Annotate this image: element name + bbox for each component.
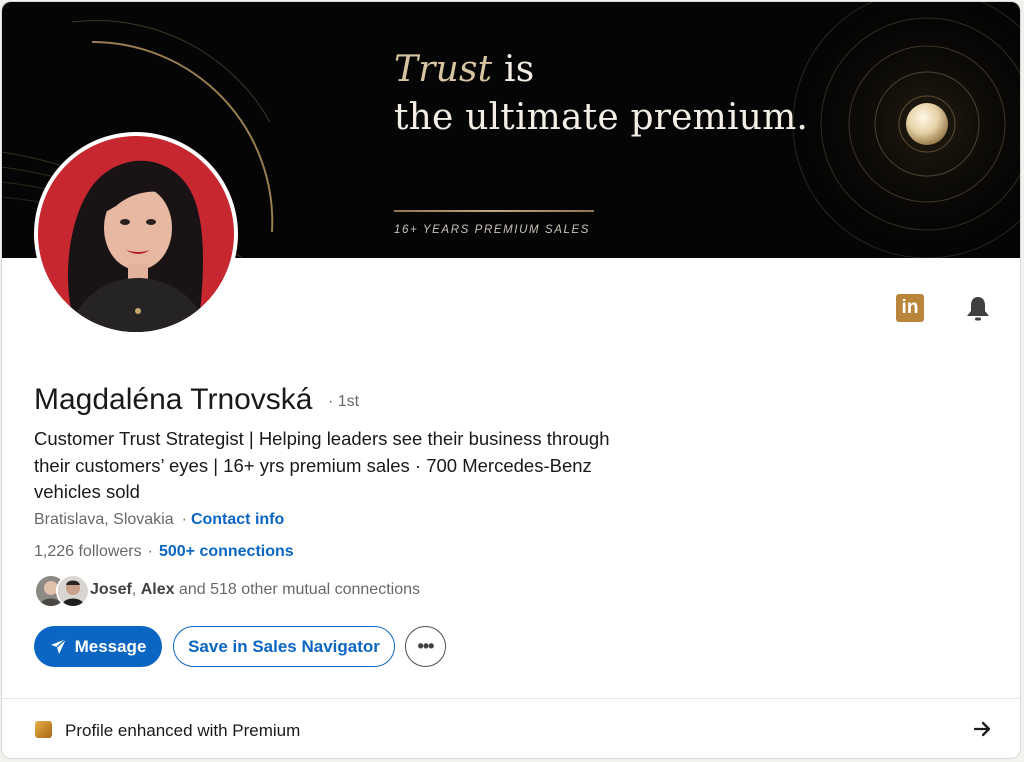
mutual-avatar <box>56 574 90 608</box>
separator: · <box>147 543 153 560</box>
avatar-photo <box>38 136 234 332</box>
send-icon <box>50 638 66 654</box>
bell-icon[interactable] <box>962 293 994 325</box>
contact-info-link[interactable]: Contact info <box>191 511 284 528</box>
location-row: Bratislava, Slovakia · Contact info <box>34 511 284 529</box>
mutual-rest: and 518 other mutual connections <box>174 581 420 598</box>
tagline-accent: Trust <box>394 49 493 90</box>
profile-headline: Customer Trust Strategist | Helping lead… <box>34 428 610 502</box>
premium-icon <box>35 721 52 738</box>
separator: · <box>181 511 187 528</box>
connections-link[interactable]: 500+ connections <box>159 543 294 560</box>
arrow-right-icon <box>973 721 991 737</box>
banner-rule <box>394 210 594 212</box>
mutual-name: Alex <box>140 581 175 598</box>
tagline-line2: the ultimate premium. <box>394 97 809 138</box>
linkedin-icon[interactable]: in <box>896 294 924 322</box>
banner-tagline: Trust is the ultimate premium. <box>394 46 808 142</box>
follow-row: 1,226 followers · 500+ connections <box>34 543 294 561</box>
profile-name: Magdaléna Trnovská <box>34 383 313 416</box>
mutual-avatars <box>34 574 90 608</box>
more-actions-button[interactable]: ••• <box>405 626 446 667</box>
save-sales-navigator-button[interactable]: Save in Sales Navigator <box>173 626 395 667</box>
mutual-connections[interactable]: Josef, Alex and 518 other mutual connect… <box>34 573 420 608</box>
message-button[interactable]: Message <box>34 626 162 667</box>
premium-label: Profile enhanced with Premium <box>65 721 301 740</box>
tagline-word: is <box>492 49 535 90</box>
mutual-name: Josef <box>90 581 132 598</box>
banner-subtitle: 16+ YEARS PREMIUM SALES <box>394 224 591 236</box>
message-label: Message <box>74 636 147 656</box>
profile-card: Trust is the ultimate premium. 16+ YEARS… <box>1 1 1021 759</box>
premium-row[interactable]: Profile enhanced with Premium <box>2 699 1020 758</box>
connection-degree: · 1st <box>328 393 360 410</box>
profile-location: Bratislava, Slovakia <box>34 511 174 528</box>
followers-count: 1,226 followers <box>34 543 142 560</box>
profile-avatar[interactable] <box>34 132 238 336</box>
more-icon: ••• <box>417 636 435 656</box>
mutual-connections-text: Josef, Alex and 518 other mutual connect… <box>90 581 420 598</box>
